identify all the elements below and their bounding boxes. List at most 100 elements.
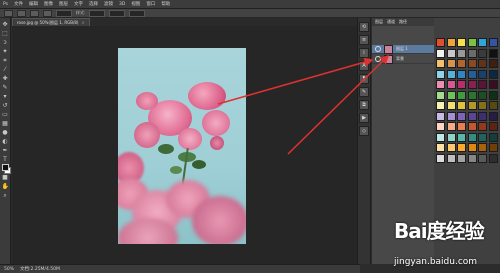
eye-icon[interactable] [375,56,381,62]
color-swatch[interactable] [478,90,487,100]
menu-item-window[interactable]: 窗口 [146,1,155,7]
tab-paths[interactable]: 路径 [399,19,407,25]
color-swatch[interactable] [457,59,466,68]
color-swatch[interactable] [436,90,445,100]
color-swatch[interactable] [478,143,487,152]
color-swatch[interactable] [446,69,456,79]
color-swatch[interactable] [467,111,477,121]
color-swatch[interactable] [457,38,466,47]
color-swatch[interactable] [446,59,456,68]
color-swatch[interactable] [457,122,466,131]
color-swatch[interactable] [436,38,445,47]
color-swatch[interactable] [488,101,498,110]
hand-tool-icon[interactable]: ✋ [2,183,9,190]
color-swatch[interactable] [446,132,456,142]
move-tool-icon[interactable]: ✥ [2,21,9,28]
color-swatch[interactable] [488,69,498,79]
color-swatch[interactable] [478,69,487,79]
menu-item-3d[interactable]: 3D [119,2,125,7]
color-swatch[interactable] [467,143,477,152]
color-swatch[interactable] [467,69,477,79]
info-panel-icon[interactable]: i [359,48,369,58]
actions-panel-icon[interactable]: ▶ [359,113,369,123]
add-selection-button[interactable] [30,9,39,17]
clone-source-panel-icon[interactable]: ⧉ [359,100,369,110]
menu-item-type[interactable]: 文字 [74,1,83,7]
color-swatch[interactable] [457,143,466,152]
character-panel-icon[interactable]: A [359,61,369,71]
color-swatch[interactable] [436,122,445,131]
rose-photo[interactable] [118,48,246,244]
tool-presets-panel-icon[interactable]: ◇ [359,126,369,136]
lasso-tool-icon[interactable]: ↄ [2,39,9,46]
brush-panel-icon[interactable]: ✎ [359,87,369,97]
color-swatch[interactable] [488,90,498,100]
stamp-tool-icon[interactable]: ▾ [2,93,9,100]
color-swatch[interactable] [478,153,487,163]
layer-row[interactable]: 背景 [372,54,434,64]
color-swatch[interactable] [488,38,498,47]
color-swatch[interactable] [467,90,477,100]
color-swatch[interactable] [488,48,498,58]
color-swatch[interactable] [446,80,456,89]
color-swatch[interactable] [478,48,487,58]
menu-item-image[interactable]: 图像 [44,1,53,7]
color-swatch[interactable] [446,38,456,47]
color-swatch[interactable] [488,111,498,121]
color-swatch[interactable] [467,132,477,142]
color-swatch[interactable] [488,59,498,68]
color-swatch[interactable] [478,59,487,68]
brush-tool-icon[interactable]: ✎ [2,84,9,91]
color-swatch[interactable] [436,59,445,68]
pen-tool-icon[interactable]: ✒ [2,147,9,154]
color-swatch[interactable] [488,122,498,131]
color-swatch[interactable] [436,80,445,89]
color-swatch[interactable] [436,143,445,152]
color-swatch[interactable] [436,153,445,163]
shape-tool-icon[interactable]: ■ [2,174,9,181]
menu-item-filter[interactable]: 滤镜 [104,1,113,7]
tab-channels[interactable]: 通道 [387,19,395,25]
style-select[interactable] [89,9,106,17]
zoom-tool-icon[interactable]: ⌕ [2,192,9,199]
tool-preset-button[interactable] [4,9,13,17]
color-swatch[interactable] [436,132,445,142]
color-swatch[interactable] [467,59,477,68]
menu-item-view[interactable]: 视图 [131,1,140,7]
color-swatch[interactable] [457,101,466,110]
color-swatch[interactable] [467,38,477,47]
color-swatch[interactable] [436,48,445,58]
color-swatch[interactable] [446,48,456,58]
color-swatch[interactable] [457,48,466,58]
color-swatch[interactable] [488,153,498,163]
color-swatch[interactable] [436,69,445,79]
color-swatch[interactable] [488,80,498,89]
layer-row[interactable]: 图层 1 [372,44,434,54]
color-swatch[interactable] [446,122,456,131]
close-icon[interactable]: × [81,20,84,25]
color-swatch[interactable] [467,101,477,110]
crop-tool-icon[interactable]: ⌗ [2,57,9,64]
color-swatch[interactable] [478,101,487,110]
height-field[interactable] [129,9,146,17]
magic-wand-tool-icon[interactable]: ✦ [2,48,9,55]
color-swatch[interactable] [478,80,487,89]
color-swatch[interactable] [446,143,456,152]
color-swatch[interactable] [467,48,477,58]
color-swatch[interactable] [457,153,466,163]
feather-field[interactable] [56,9,72,17]
color-swatch[interactable] [467,153,477,163]
history-brush-tool-icon[interactable]: ↺ [2,102,9,109]
color-swatch[interactable] [436,101,445,110]
document-tab[interactable]: rose.jpg @ 50%(图层 1, RGB/8) × [12,18,90,26]
color-swatch[interactable] [488,143,498,152]
color-swatch[interactable] [478,132,487,142]
color-swatch[interactable] [478,38,487,47]
marquee-tool-icon[interactable]: ⬚ [2,30,9,37]
eye-icon[interactable] [375,46,381,52]
zoom-level[interactable]: 50% [4,267,14,272]
color-swatch[interactable] [478,111,487,121]
color-swatch[interactable] [446,153,456,163]
gradient-tool-icon[interactable]: ▦ [2,120,9,127]
properties-panel-icon[interactable]: ≡ [359,35,369,45]
